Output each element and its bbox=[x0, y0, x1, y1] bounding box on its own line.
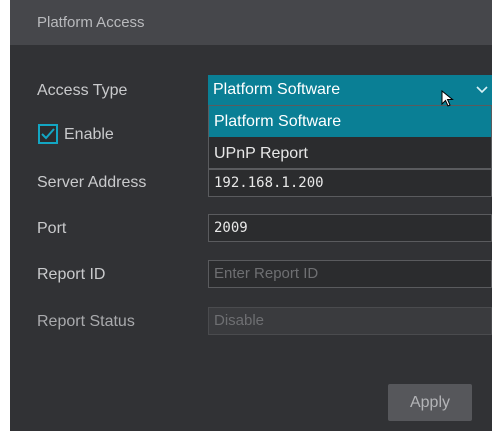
report-status-value: Disable bbox=[214, 312, 265, 329]
access-type-label: Access Type bbox=[37, 82, 128, 99]
server-address-value: 192.168.1.200 bbox=[214, 175, 324, 191]
check-icon bbox=[41, 128, 55, 140]
report-id-placeholder: Enter Report ID bbox=[214, 265, 319, 282]
report-id-field[interactable]: Enter Report ID bbox=[208, 260, 492, 288]
enable-checkbox[interactable] bbox=[38, 124, 58, 144]
access-type-value: Platform Software bbox=[213, 81, 341, 98]
enable-label: Enable bbox=[64, 126, 114, 143]
mouse-cursor-icon bbox=[441, 89, 455, 108]
dropdown-option-upnp-report[interactable]: UPnP Report bbox=[209, 138, 491, 169]
port-label: Port bbox=[37, 220, 67, 237]
dropdown-option-platform-software[interactable]: Platform Software bbox=[209, 106, 491, 137]
platform-access-panel: Platform Access Access Type Platform Sof… bbox=[10, 0, 492, 431]
report-status-field: Disable bbox=[208, 307, 492, 335]
server-address-label: Server Address bbox=[37, 174, 147, 191]
panel-header: Platform Access bbox=[10, 0, 492, 45]
report-id-label: Report ID bbox=[37, 266, 106, 283]
access-type-dropdown-list: Platform Software UPnP Report bbox=[208, 105, 492, 169]
port-field[interactable]: 2009 bbox=[208, 214, 492, 242]
report-status-label: Report Status bbox=[37, 313, 135, 330]
port-value: 2009 bbox=[214, 220, 248, 236]
apply-button[interactable]: Apply bbox=[388, 384, 472, 421]
page-title: Platform Access bbox=[37, 14, 145, 31]
server-address-field[interactable]: 192.168.1.200 bbox=[208, 169, 492, 197]
